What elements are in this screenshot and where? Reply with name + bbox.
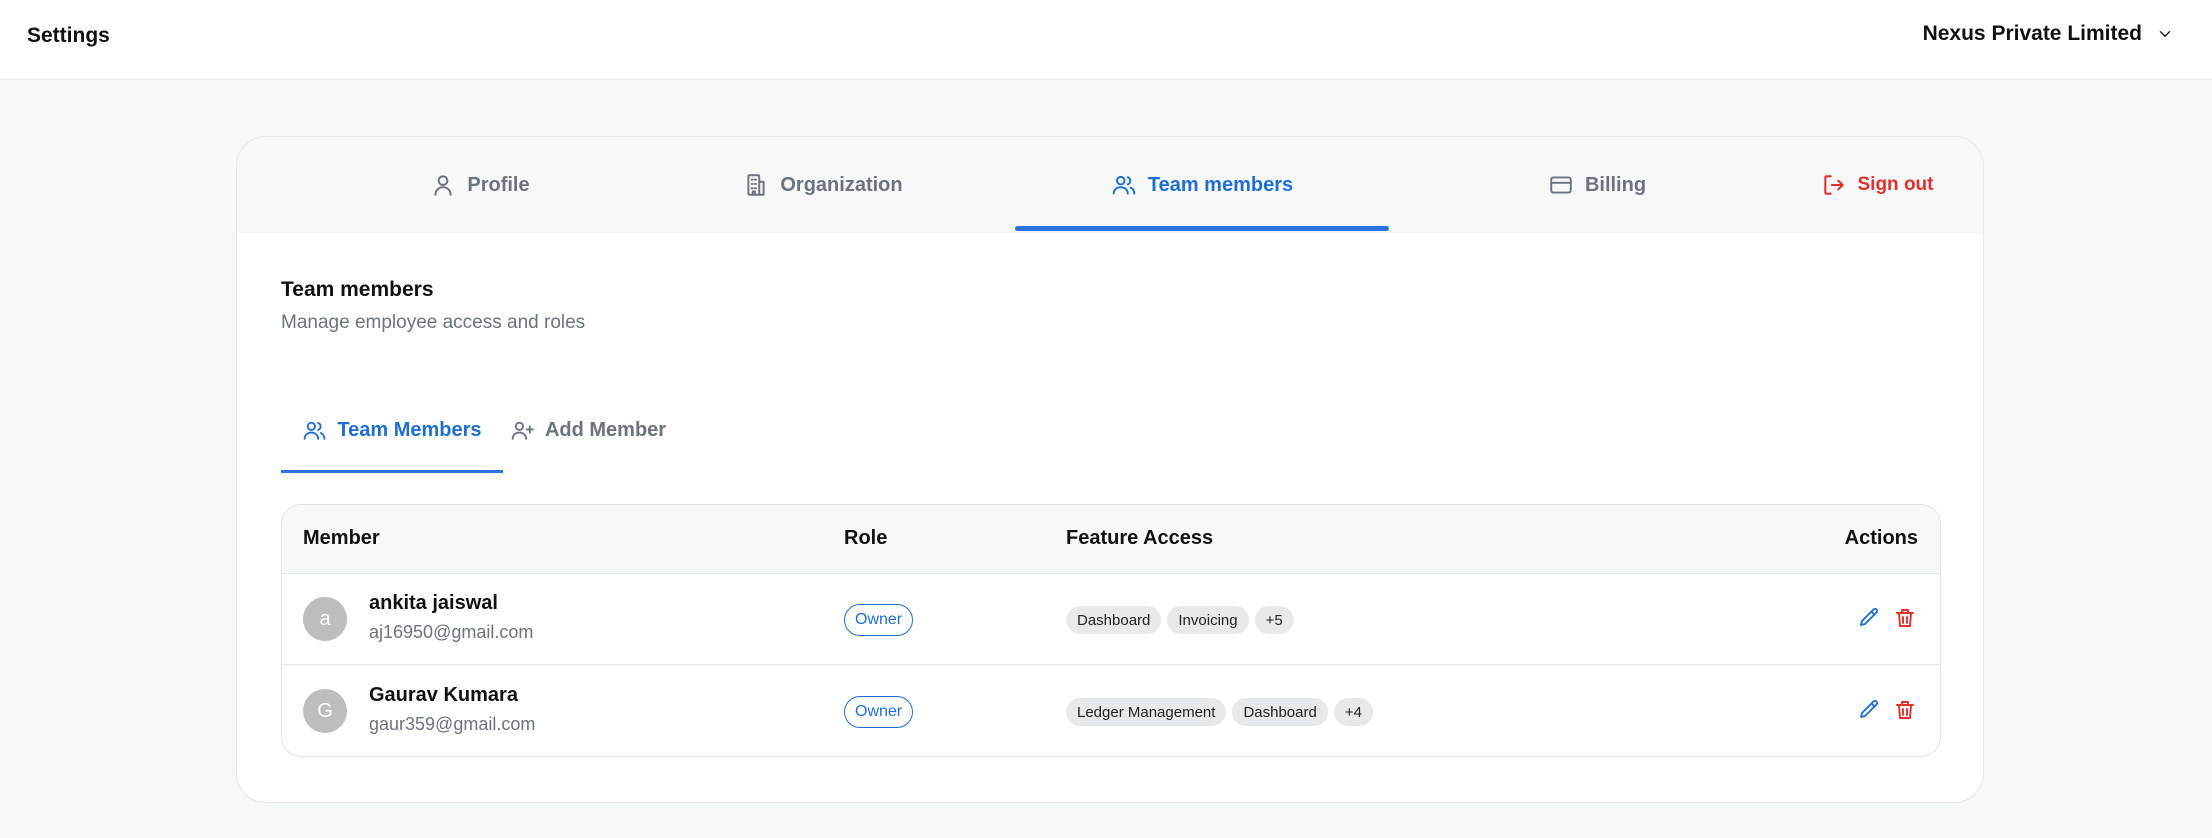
delete-icon[interactable] <box>1893 606 1917 630</box>
building-icon <box>747 174 765 196</box>
tab-label: Organization <box>780 173 903 196</box>
tab-label: Team members <box>1147 173 1294 196</box>
org-name: Nexus Private Limited <box>1922 22 2142 45</box>
members-table: Member Role Feature Access Actions a ank… <box>281 504 1941 757</box>
table-row: a ankita jaiswal aj16950@gmail.com Owner… <box>282 574 1940 665</box>
row-actions <box>1857 606 1917 630</box>
feature-chip: Ledger Management <box>1066 698 1227 726</box>
tab-team-members[interactable]: Team members <box>1015 137 1389 233</box>
tab-profile[interactable]: Profile <box>377 137 583 233</box>
tab-label: Profile <box>467 173 530 196</box>
subtab-team-members[interactable]: Team Members <box>281 387 503 473</box>
org-switcher[interactable]: Nexus Private Limited <box>1923 22 2174 46</box>
role-badge: Owner <box>844 604 914 636</box>
edit-icon[interactable] <box>1857 698 1881 722</box>
feature-more-chip[interactable]: +4 <box>1333 698 1373 726</box>
section-subtitle: Manage employee access and roles <box>281 312 586 333</box>
user-plus-icon <box>511 421 534 440</box>
table-header: Member Role Feature Access Actions <box>282 505 1940 574</box>
feature-more-chip[interactable]: +5 <box>1254 606 1294 634</box>
feature-chip: Dashboard <box>1232 698 1328 726</box>
page-title: Settings <box>27 24 110 47</box>
tab-label: Sign out <box>1857 174 1934 195</box>
subtab-label: Team Members <box>337 418 482 441</box>
feature-chip: Invoicing <box>1167 606 1249 634</box>
feature-chips: Dashboard Invoicing +5 <box>1066 606 1294 634</box>
users-icon <box>1112 175 1136 195</box>
tab-label: Billing <box>1584 173 1647 196</box>
user-icon <box>434 175 452 196</box>
role-badge: Owner <box>844 696 914 728</box>
column-header-actions: Actions <box>1844 527 1918 549</box>
top-bar: Settings Nexus Private Limited <box>0 0 2212 80</box>
subtab-label: Add Member <box>544 418 667 441</box>
subtab-add-member[interactable]: Add Member <box>503 387 673 473</box>
column-header-member: Member <box>303 527 380 549</box>
section-title: Team members <box>281 278 434 301</box>
table-row: G Gaurav Kumara gaur359@gmail.com Owner … <box>282 666 1940 756</box>
sign-out-button[interactable]: Sign out <box>1807 137 1947 233</box>
member-email: gaur359@gmail.com <box>369 714 536 734</box>
settings-card: Profile Organization Team members Billin… <box>236 136 1984 803</box>
tab-organization[interactable]: Organization <box>720 137 926 233</box>
users-icon <box>304 421 326 440</box>
column-header-feature-access: Feature Access <box>1066 527 1214 549</box>
tab-billing[interactable]: Billing <box>1522 137 1672 233</box>
column-header-role: Role <box>844 527 888 549</box>
member-name: ankita jaiswal <box>369 592 498 614</box>
settings-tabs: Profile Organization Team members Billin… <box>237 137 1983 233</box>
member-name: Gaurav Kumara <box>369 684 518 706</box>
avatar: G <box>303 689 347 733</box>
sign-out-icon <box>1823 175 1844 195</box>
credit-card-icon <box>1550 176 1572 194</box>
row-actions <box>1857 698 1917 722</box>
avatar: a <box>303 597 347 641</box>
feature-chip: Dashboard <box>1066 606 1162 634</box>
edit-icon[interactable] <box>1857 606 1881 630</box>
delete-icon[interactable] <box>1893 698 1917 722</box>
feature-chips: Ledger Management Dashboard +4 <box>1066 698 1373 726</box>
member-email: aj16950@gmail.com <box>369 622 534 642</box>
chevron-down-icon <box>2159 31 2171 37</box>
